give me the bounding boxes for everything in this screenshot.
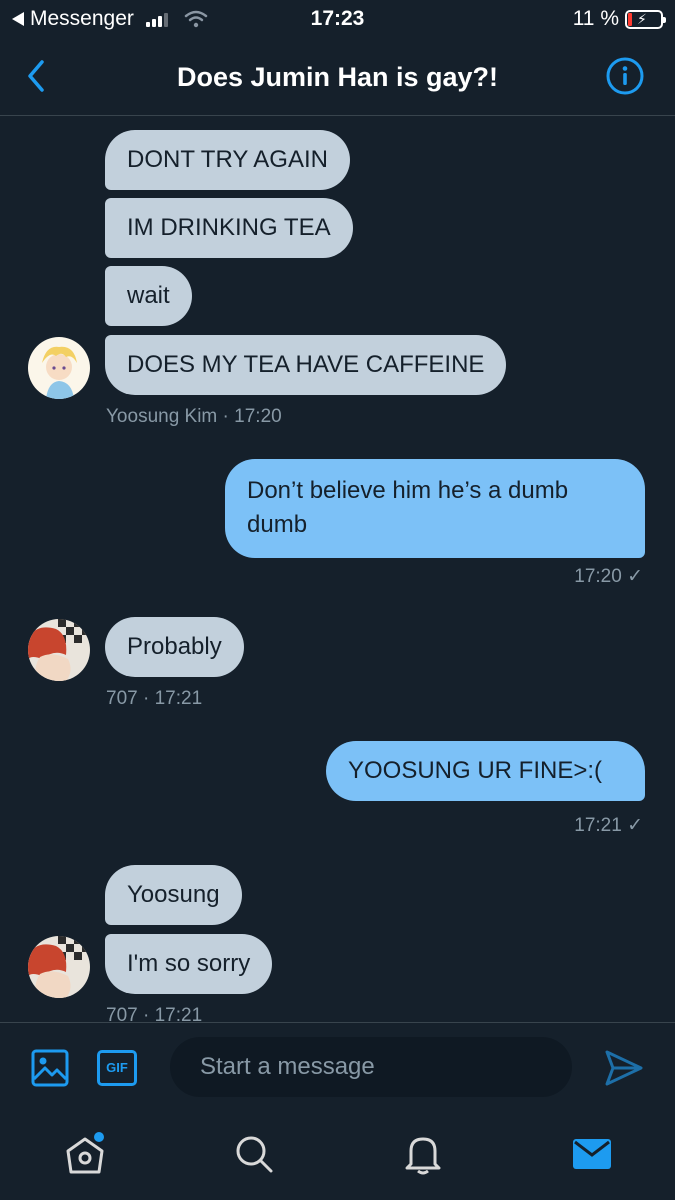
message-meta-incoming: 707 · 17:21 [106,688,202,710]
message-time: · 17:21 [142,688,203,709]
sender-name: 707 [106,688,138,709]
bottom-tab-bar [0,1114,675,1200]
battery-percent: 11 % [572,7,619,30]
message-bubble-incoming[interactable]: IM DRINKING TEA [105,198,353,258]
bell-icon[interactable] [401,1132,445,1176]
sender-name: 707 [106,1005,138,1022]
send-icon[interactable] [603,1047,645,1089]
avatar-707[interactable] [28,936,90,998]
message-bubble-outgoing[interactable]: Don’t believe him he’s a dumb dumb [225,459,645,558]
message-list[interactable]: DONT TRY AGAIN IM DRINKING TEA wait DOES… [0,117,675,1022]
message-time: · 17:20 [222,406,282,427]
status-battery: 11 % ⚡ [572,7,666,31]
message-time-outgoing: 17:20 ✓ [574,566,643,587]
message-bubble-incoming[interactable]: I'm so sorry [105,934,273,994]
message-meta-incoming: 707 · 17:21 [106,1005,202,1022]
message-bubble-incoming[interactable]: Yoosung [105,865,242,925]
message-composer: GIF [0,1022,675,1114]
avatar-image [28,337,90,399]
image-icon[interactable] [30,1048,70,1088]
message-bubble-outgoing[interactable]: YOOSUNG UR FINE>:( [326,741,645,801]
mail-icon[interactable] [570,1132,614,1176]
avatar-707[interactable] [28,619,90,681]
avatar-yoosung[interactable] [28,337,90,399]
message-bubble-incoming[interactable]: DONT TRY AGAIN [105,130,350,190]
search-icon[interactable] [232,1132,276,1176]
message-bubble-incoming[interactable]: wait [105,266,192,326]
conversation-header: Does Jumin Han is gay?! [0,40,675,116]
conversation-title[interactable]: Does Jumin Han is gay?! [0,62,675,93]
home-icon[interactable] [63,1132,107,1176]
message-time: · 17:21 [142,1005,203,1022]
message-time-outgoing: 17:21 ✓ [574,815,643,836]
sender-name: Yoosung Kim [106,406,218,427]
battery-icon: ⚡ [625,9,666,29]
info-icon[interactable] [605,56,645,96]
message-bubble-incoming[interactable]: DOES MY TEA HAVE CAFFEINE [105,335,507,395]
message-bubble-incoming[interactable]: Probably [105,617,244,677]
gif-button[interactable]: GIF [97,1050,137,1086]
notification-dot [94,1132,104,1142]
avatar-image [28,619,90,681]
status-bar: Messenger 17:23 11 % ⚡ [0,0,675,38]
message-meta-incoming: Yoosung Kim · 17:20 [106,406,282,428]
avatar-image [28,936,90,998]
message-input[interactable] [170,1037,572,1097]
